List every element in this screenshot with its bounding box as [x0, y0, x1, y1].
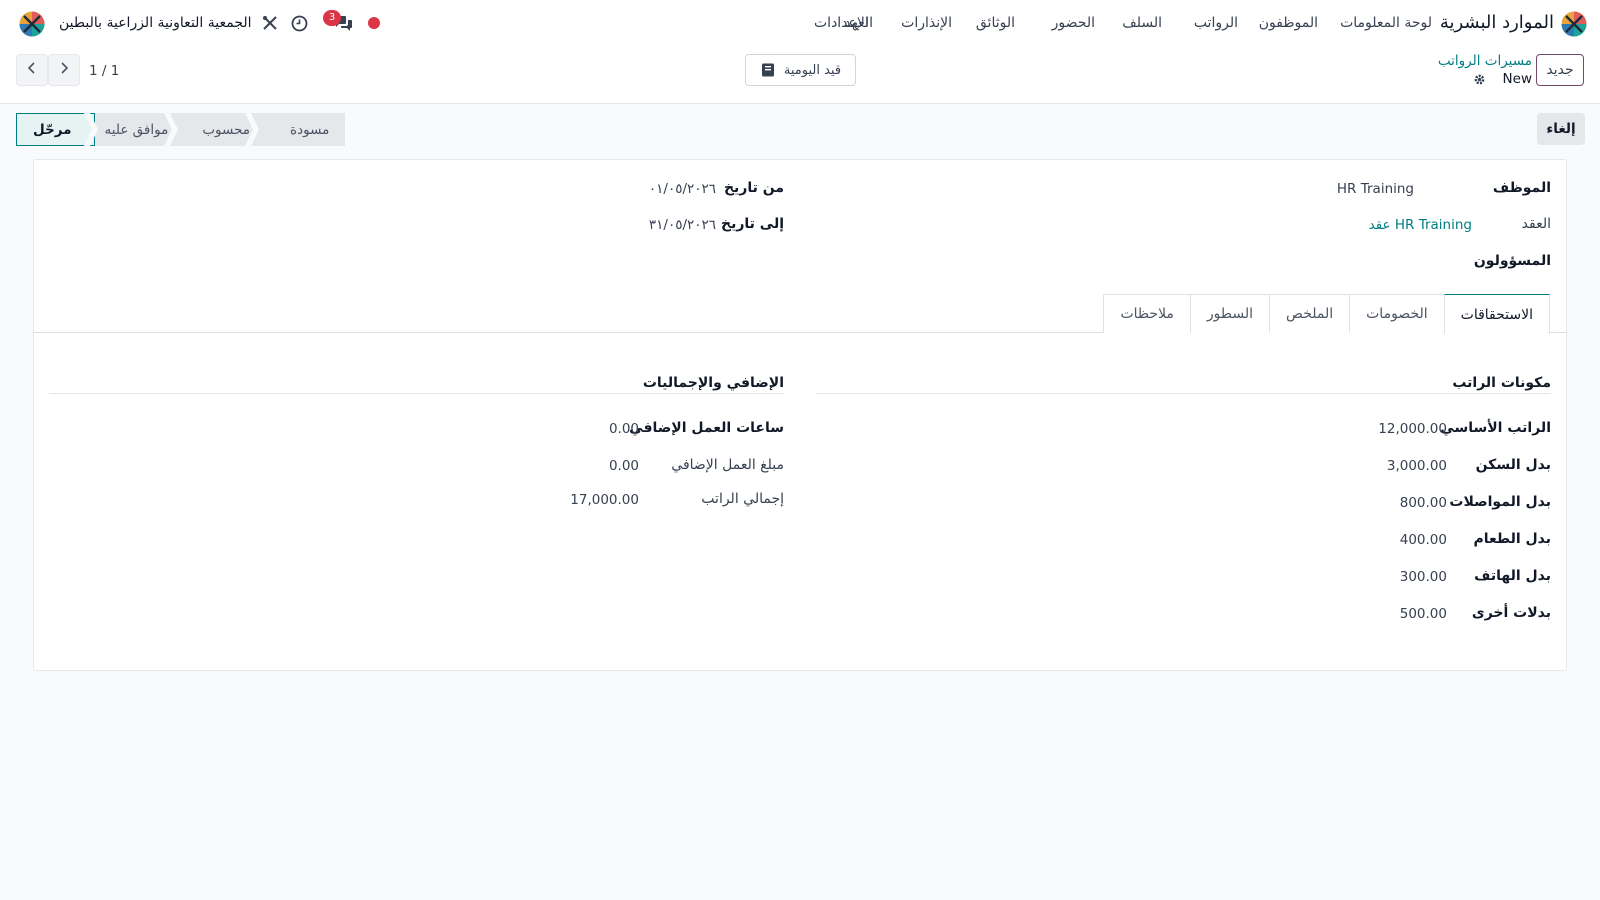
journal-entry-label: قيد اليومية: [783, 62, 842, 78]
book-icon: [760, 62, 776, 78]
component-label: الراتب الأساسي: [1440, 420, 1551, 436]
tools-icon[interactable]: [262, 15, 278, 31]
chevron-right-icon: [59, 61, 69, 79]
cancel-button-label: إلغاء: [1546, 121, 1576, 137]
stage-separator-2: [245, 113, 259, 146]
date-from-label: من تاريخ: [723, 180, 784, 196]
tab-deductions[interactable]: الخصومات: [1349, 294, 1445, 333]
component-value[interactable]: 300.00: [1400, 569, 1447, 585]
employee-label: الموظف: [1492, 180, 1551, 196]
notebook-tabs: الاستحقاقات الخصومات الملخص السطور ملاحظ…: [1103, 294, 1550, 334]
journal-entry-button[interactable]: قيد اليومية: [745, 54, 856, 86]
pager-next-button[interactable]: [48, 54, 80, 86]
menu-advances[interactable]: السلف: [1122, 15, 1162, 31]
app-brand[interactable]: الموارد البشرية: [1440, 12, 1554, 33]
component-label: بدل السكن: [1475, 457, 1551, 473]
total-salary-label: إجمالي الراتب: [701, 491, 784, 507]
company-name[interactable]: الجمعية التعاونية الزراعية بالبطين: [59, 15, 252, 31]
date-to-label: إلى تاريخ: [720, 216, 784, 232]
menu-warnings[interactable]: الإنذارات: [901, 15, 952, 31]
stage-posted-label: مرحّل: [33, 121, 72, 138]
top-navbar: الموارد البشرية لوحة المعلومات الموظفون …: [0, 0, 1600, 48]
menu-dashboard[interactable]: لوحة المعلومات: [1340, 15, 1432, 31]
user-avatar-icon[interactable]: [19, 11, 45, 37]
new-button[interactable]: جديد: [1536, 54, 1584, 86]
component-label: بدلات أخرى: [1471, 605, 1551, 621]
overtime-hours-label: ساعات العمل الإضافي: [629, 420, 784, 436]
overtime-title: الإضافي والإجماليات: [642, 375, 784, 391]
tab-earnings[interactable]: الاستحقاقات: [1443, 294, 1550, 334]
stage-posted[interactable]: مرحّل: [16, 113, 95, 146]
component-value[interactable]: 3,000.00: [1387, 458, 1447, 474]
component-value[interactable]: 12,000.00: [1378, 421, 1447, 437]
tab-summary[interactable]: الملخص: [1269, 294, 1351, 333]
clock-icon[interactable]: [291, 15, 308, 32]
gear-icon[interactable]: [1473, 73, 1486, 86]
menu-payroll[interactable]: الرواتب: [1194, 15, 1238, 31]
component-label: بدل الطعام: [1473, 531, 1551, 547]
form-sheet: [33, 159, 1567, 671]
menu-attendance[interactable]: الحضور: [1052, 15, 1095, 31]
menu-settings[interactable]: الإعدادات: [814, 15, 870, 31]
component-value[interactable]: 500.00: [1400, 606, 1447, 622]
record-name: New: [1502, 71, 1532, 87]
messages-badge: 3: [323, 10, 341, 26]
stage-draft-label: مسودة: [290, 121, 330, 138]
cancel-button[interactable]: إلغاء: [1537, 113, 1585, 145]
pager-value[interactable]: 1 / 1: [89, 63, 119, 79]
new-button-label: جديد: [1546, 62, 1574, 78]
pager-previous-button[interactable]: [16, 54, 48, 86]
breadcrumb-parent[interactable]: مسيرات الرواتب: [1438, 53, 1532, 69]
components-divider: [816, 393, 1551, 394]
chevron-left-icon: [27, 61, 37, 79]
overtime-divider: [49, 393, 784, 394]
apps-logo-icon[interactable]: [1561, 11, 1587, 37]
contract-label: العقد: [1521, 216, 1551, 232]
overtime-amount-value[interactable]: 0.00: [609, 458, 639, 474]
overtime-hours-value[interactable]: 0.00: [609, 421, 639, 437]
component-value[interactable]: 400.00: [1400, 532, 1447, 548]
tab-notes[interactable]: ملاحظات: [1103, 294, 1191, 333]
date-from-field[interactable]: ٠١/٠٥/٢٠٢٦: [649, 181, 716, 197]
menu-employees[interactable]: الموظفون: [1259, 15, 1318, 31]
stage-separators: [84, 113, 178, 146]
total-salary-value: 17,000.00: [570, 492, 639, 508]
activity-dot-icon[interactable]: [368, 17, 380, 29]
overtime-amount-label: مبلغ العمل الإضافي: [671, 457, 784, 473]
employee-field[interactable]: HR Training: [1337, 181, 1414, 197]
component-value[interactable]: 800.00: [1400, 495, 1447, 511]
components-title: مكونات الراتب: [1452, 375, 1551, 391]
component-label: بدل الهاتف: [1474, 568, 1551, 584]
responsibles-label: المسؤولون: [1473, 253, 1551, 269]
control-panel: جديد مسيرات الرواتب New قيد اليومية 1 / …: [0, 48, 1600, 104]
stage-draft[interactable]: مسودة: [268, 113, 346, 146]
tab-lines[interactable]: السطور: [1189, 294, 1271, 333]
component-label: بدل المواصلات: [1449, 494, 1551, 510]
date-to-field[interactable]: ٣١/٠٥/٢٠٢٦: [649, 217, 716, 233]
stage-computed-label: محسوب: [202, 121, 251, 138]
menu-documents[interactable]: الوثائق: [976, 15, 1015, 31]
contract-field[interactable]: عقد HR Training: [1369, 217, 1472, 233]
